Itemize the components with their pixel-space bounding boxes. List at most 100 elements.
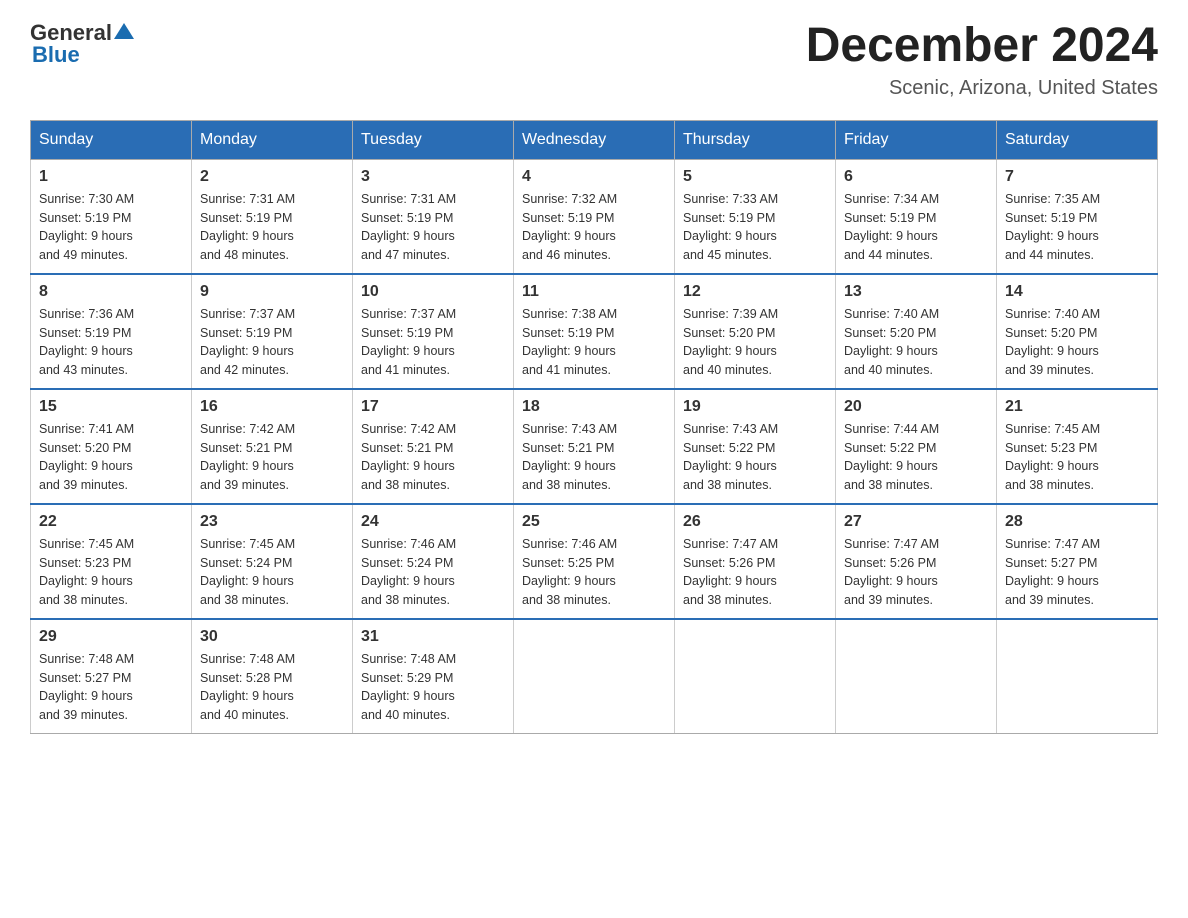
day-number: 5 bbox=[683, 168, 827, 186]
calendar-day-cell: 23 Sunrise: 7:45 AM Sunset: 5:24 PM Dayl… bbox=[192, 504, 353, 619]
day-number: 18 bbox=[522, 398, 666, 416]
day-number: 15 bbox=[39, 398, 183, 416]
day-number: 2 bbox=[200, 168, 344, 186]
day-number: 1 bbox=[39, 168, 183, 186]
day-info: Sunrise: 7:45 AM Sunset: 5:23 PM Dayligh… bbox=[39, 535, 183, 610]
day-info: Sunrise: 7:31 AM Sunset: 5:19 PM Dayligh… bbox=[361, 190, 505, 265]
calendar-day-cell: 30 Sunrise: 7:48 AM Sunset: 5:28 PM Dayl… bbox=[192, 619, 353, 734]
calendar-day-cell: 8 Sunrise: 7:36 AM Sunset: 5:19 PM Dayli… bbox=[31, 274, 192, 389]
day-number: 26 bbox=[683, 513, 827, 531]
title-section: December 2024 Scenic, Arizona, United St… bbox=[806, 20, 1158, 100]
day-number: 22 bbox=[39, 513, 183, 531]
day-number: 30 bbox=[200, 628, 344, 646]
day-info: Sunrise: 7:42 AM Sunset: 5:21 PM Dayligh… bbox=[361, 420, 505, 495]
day-info: Sunrise: 7:47 AM Sunset: 5:26 PM Dayligh… bbox=[844, 535, 988, 610]
day-of-week-header: Monday bbox=[192, 120, 353, 159]
day-number: 4 bbox=[522, 168, 666, 186]
calendar-day-cell: 21 Sunrise: 7:45 AM Sunset: 5:23 PM Dayl… bbox=[997, 389, 1158, 504]
calendar-day-cell: 25 Sunrise: 7:46 AM Sunset: 5:25 PM Dayl… bbox=[514, 504, 675, 619]
day-info: Sunrise: 7:37 AM Sunset: 5:19 PM Dayligh… bbox=[200, 305, 344, 380]
day-number: 25 bbox=[522, 513, 666, 531]
day-number: 28 bbox=[1005, 513, 1149, 531]
day-number: 20 bbox=[844, 398, 988, 416]
calendar-day-cell: 20 Sunrise: 7:44 AM Sunset: 5:22 PM Dayl… bbox=[836, 389, 997, 504]
day-info: Sunrise: 7:30 AM Sunset: 5:19 PM Dayligh… bbox=[39, 190, 183, 265]
calendar-day-cell: 18 Sunrise: 7:43 AM Sunset: 5:21 PM Dayl… bbox=[514, 389, 675, 504]
calendar-day-cell bbox=[997, 619, 1158, 734]
day-info: Sunrise: 7:46 AM Sunset: 5:25 PM Dayligh… bbox=[522, 535, 666, 610]
day-number: 7 bbox=[1005, 168, 1149, 186]
day-number: 6 bbox=[844, 168, 988, 186]
calendar-day-cell: 12 Sunrise: 7:39 AM Sunset: 5:20 PM Dayl… bbox=[675, 274, 836, 389]
calendar-day-cell bbox=[514, 619, 675, 734]
day-number: 10 bbox=[361, 283, 505, 301]
logo: General Blue bbox=[30, 20, 134, 68]
calendar-week-row: 15 Sunrise: 7:41 AM Sunset: 5:20 PM Dayl… bbox=[31, 389, 1158, 504]
day-info: Sunrise: 7:35 AM Sunset: 5:19 PM Dayligh… bbox=[1005, 190, 1149, 265]
calendar-day-cell: 15 Sunrise: 7:41 AM Sunset: 5:20 PM Dayl… bbox=[31, 389, 192, 504]
day-number: 31 bbox=[361, 628, 505, 646]
calendar-day-cell: 16 Sunrise: 7:42 AM Sunset: 5:21 PM Dayl… bbox=[192, 389, 353, 504]
calendar-day-cell: 26 Sunrise: 7:47 AM Sunset: 5:26 PM Dayl… bbox=[675, 504, 836, 619]
calendar-day-cell: 17 Sunrise: 7:42 AM Sunset: 5:21 PM Dayl… bbox=[353, 389, 514, 504]
calendar-day-cell: 2 Sunrise: 7:31 AM Sunset: 5:19 PM Dayli… bbox=[192, 159, 353, 274]
day-number: 23 bbox=[200, 513, 344, 531]
calendar-day-cell: 9 Sunrise: 7:37 AM Sunset: 5:19 PM Dayli… bbox=[192, 274, 353, 389]
day-of-week-header: Thursday bbox=[675, 120, 836, 159]
day-number: 8 bbox=[39, 283, 183, 301]
calendar-day-cell bbox=[675, 619, 836, 734]
calendar-day-cell bbox=[836, 619, 997, 734]
calendar-day-cell: 13 Sunrise: 7:40 AM Sunset: 5:20 PM Dayl… bbox=[836, 274, 997, 389]
calendar-day-cell: 4 Sunrise: 7:32 AM Sunset: 5:19 PM Dayli… bbox=[514, 159, 675, 274]
day-number: 12 bbox=[683, 283, 827, 301]
day-info: Sunrise: 7:42 AM Sunset: 5:21 PM Dayligh… bbox=[200, 420, 344, 495]
logo-blue-text: Blue bbox=[32, 42, 80, 68]
day-info: Sunrise: 7:47 AM Sunset: 5:27 PM Dayligh… bbox=[1005, 535, 1149, 610]
page-header: General Blue December 2024 Scenic, Arizo… bbox=[30, 20, 1158, 100]
day-info: Sunrise: 7:44 AM Sunset: 5:22 PM Dayligh… bbox=[844, 420, 988, 495]
day-number: 16 bbox=[200, 398, 344, 416]
calendar-table: SundayMondayTuesdayWednesdayThursdayFrid… bbox=[30, 120, 1158, 734]
day-number: 29 bbox=[39, 628, 183, 646]
day-info: Sunrise: 7:33 AM Sunset: 5:19 PM Dayligh… bbox=[683, 190, 827, 265]
calendar-day-cell: 5 Sunrise: 7:33 AM Sunset: 5:19 PM Dayli… bbox=[675, 159, 836, 274]
day-number: 3 bbox=[361, 168, 505, 186]
month-title: December 2024 bbox=[806, 20, 1158, 73]
calendar-day-cell: 27 Sunrise: 7:47 AM Sunset: 5:26 PM Dayl… bbox=[836, 504, 997, 619]
day-info: Sunrise: 7:45 AM Sunset: 5:24 PM Dayligh… bbox=[200, 535, 344, 610]
calendar-week-row: 29 Sunrise: 7:48 AM Sunset: 5:27 PM Dayl… bbox=[31, 619, 1158, 734]
day-info: Sunrise: 7:47 AM Sunset: 5:26 PM Dayligh… bbox=[683, 535, 827, 610]
day-info: Sunrise: 7:46 AM Sunset: 5:24 PM Dayligh… bbox=[361, 535, 505, 610]
day-number: 27 bbox=[844, 513, 988, 531]
day-info: Sunrise: 7:38 AM Sunset: 5:19 PM Dayligh… bbox=[522, 305, 666, 380]
calendar-week-row: 1 Sunrise: 7:30 AM Sunset: 5:19 PM Dayli… bbox=[31, 159, 1158, 274]
day-of-week-header: Tuesday bbox=[353, 120, 514, 159]
calendar-week-row: 22 Sunrise: 7:45 AM Sunset: 5:23 PM Dayl… bbox=[31, 504, 1158, 619]
day-number: 19 bbox=[683, 398, 827, 416]
day-info: Sunrise: 7:41 AM Sunset: 5:20 PM Dayligh… bbox=[39, 420, 183, 495]
day-info: Sunrise: 7:43 AM Sunset: 5:21 PM Dayligh… bbox=[522, 420, 666, 495]
day-of-week-header: Wednesday bbox=[514, 120, 675, 159]
day-number: 17 bbox=[361, 398, 505, 416]
calendar-day-cell: 1 Sunrise: 7:30 AM Sunset: 5:19 PM Dayli… bbox=[31, 159, 192, 274]
day-of-week-header: Saturday bbox=[997, 120, 1158, 159]
calendar-day-cell: 14 Sunrise: 7:40 AM Sunset: 5:20 PM Dayl… bbox=[997, 274, 1158, 389]
day-info: Sunrise: 7:48 AM Sunset: 5:27 PM Dayligh… bbox=[39, 650, 183, 725]
day-info: Sunrise: 7:48 AM Sunset: 5:28 PM Dayligh… bbox=[200, 650, 344, 725]
day-of-week-header: Sunday bbox=[31, 120, 192, 159]
day-info: Sunrise: 7:40 AM Sunset: 5:20 PM Dayligh… bbox=[1005, 305, 1149, 380]
day-info: Sunrise: 7:45 AM Sunset: 5:23 PM Dayligh… bbox=[1005, 420, 1149, 495]
day-number: 9 bbox=[200, 283, 344, 301]
day-info: Sunrise: 7:37 AM Sunset: 5:19 PM Dayligh… bbox=[361, 305, 505, 380]
calendar-day-cell: 31 Sunrise: 7:48 AM Sunset: 5:29 PM Dayl… bbox=[353, 619, 514, 734]
day-info: Sunrise: 7:48 AM Sunset: 5:29 PM Dayligh… bbox=[361, 650, 505, 725]
calendar-day-cell: 22 Sunrise: 7:45 AM Sunset: 5:23 PM Dayl… bbox=[31, 504, 192, 619]
calendar-day-cell: 6 Sunrise: 7:34 AM Sunset: 5:19 PM Dayli… bbox=[836, 159, 997, 274]
day-of-week-header: Friday bbox=[836, 120, 997, 159]
calendar-day-cell: 24 Sunrise: 7:46 AM Sunset: 5:24 PM Dayl… bbox=[353, 504, 514, 619]
day-info: Sunrise: 7:34 AM Sunset: 5:19 PM Dayligh… bbox=[844, 190, 988, 265]
location-subtitle: Scenic, Arizona, United States bbox=[806, 77, 1158, 100]
calendar-day-cell: 19 Sunrise: 7:43 AM Sunset: 5:22 PM Dayl… bbox=[675, 389, 836, 504]
day-info: Sunrise: 7:36 AM Sunset: 5:19 PM Dayligh… bbox=[39, 305, 183, 380]
day-info: Sunrise: 7:40 AM Sunset: 5:20 PM Dayligh… bbox=[844, 305, 988, 380]
